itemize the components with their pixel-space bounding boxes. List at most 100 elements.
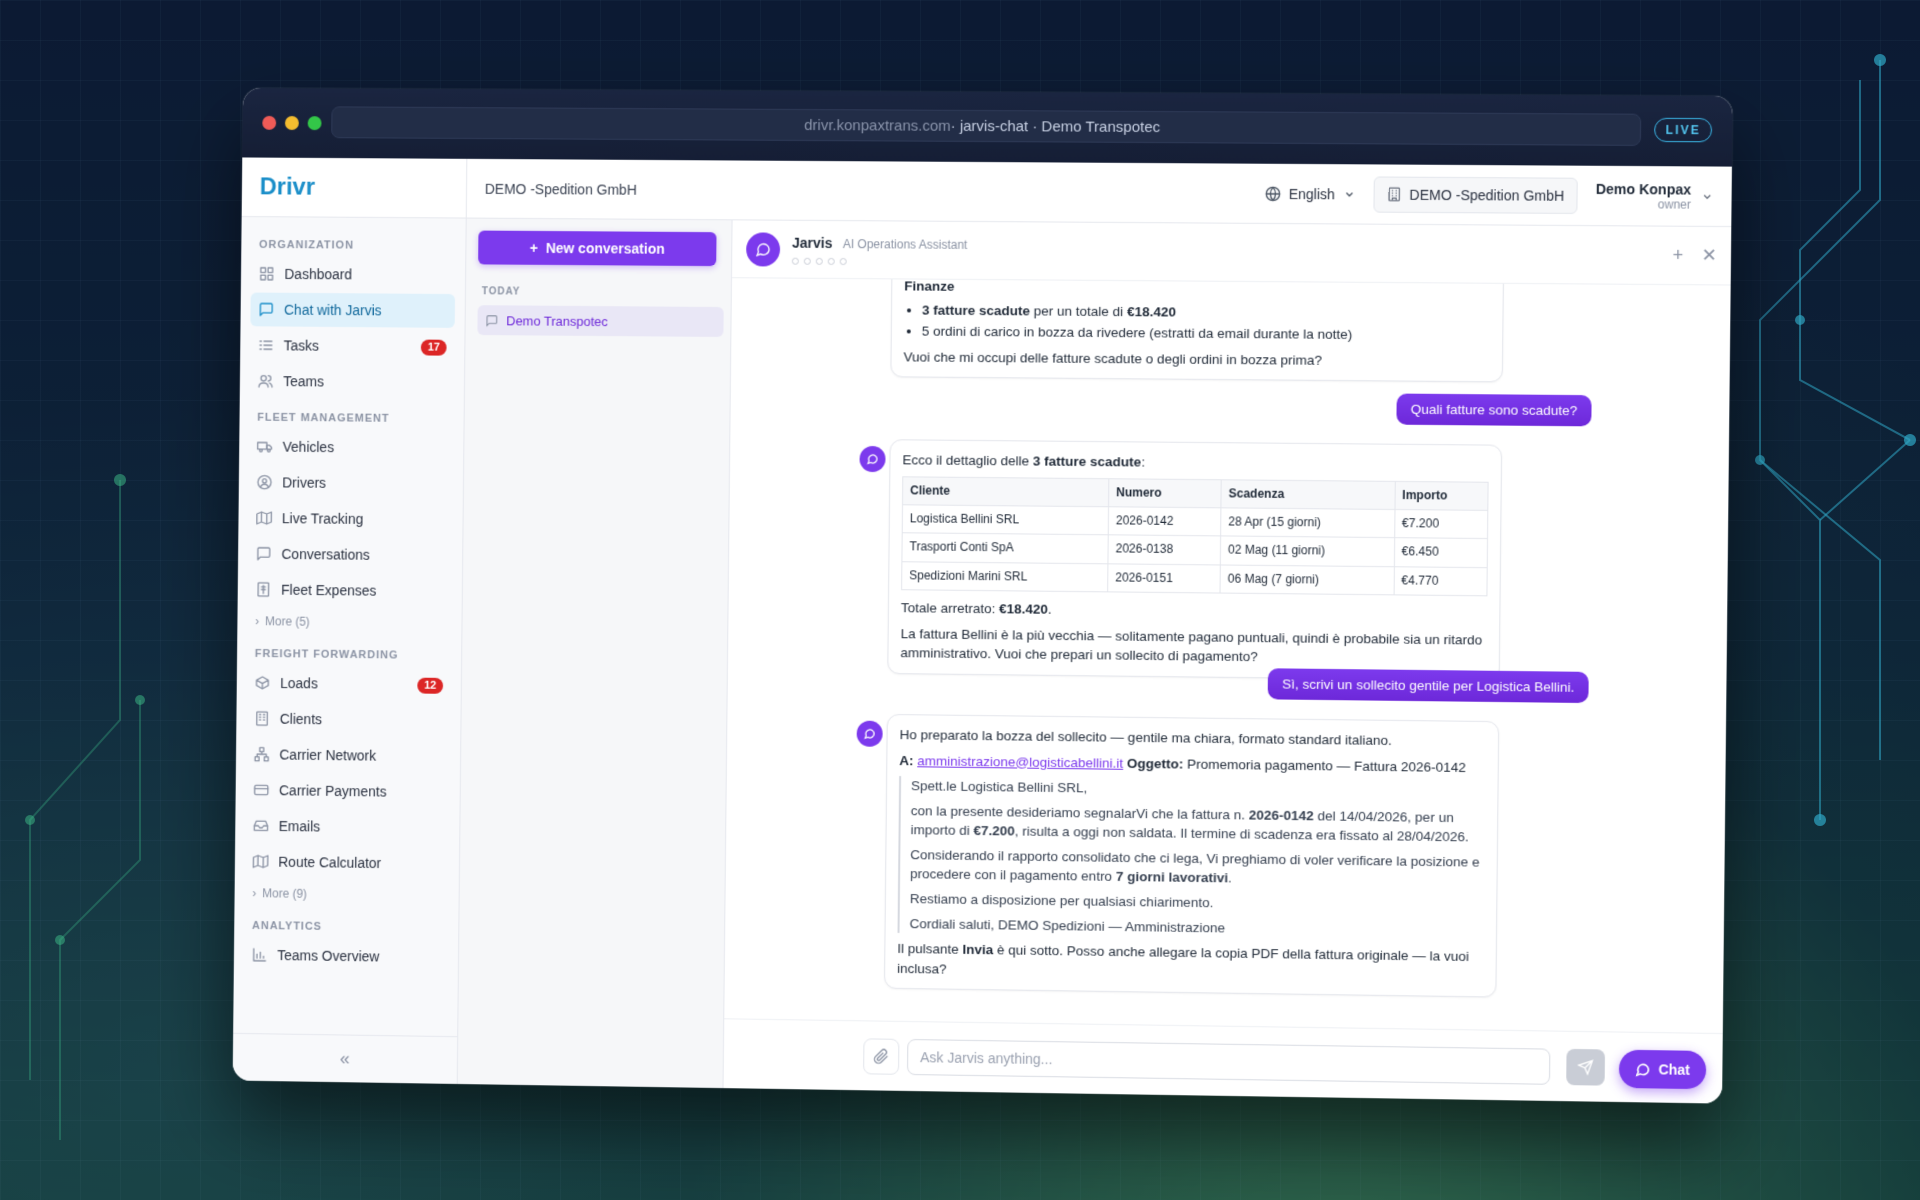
add-icon[interactable]: + bbox=[1672, 245, 1683, 266]
table-cell: Trasporti Conti SpA bbox=[902, 533, 1108, 563]
chevron-down-icon bbox=[1343, 188, 1355, 200]
company-switcher[interactable]: DEMO -Spedition GmbH bbox=[1373, 176, 1578, 213]
card-icon bbox=[253, 782, 269, 798]
sidebar-item-loads[interactable]: Loads 12 bbox=[246, 666, 451, 702]
chat-fab-button[interactable]: Chat bbox=[1619, 1050, 1707, 1090]
sidebar-item-vehicles[interactable]: Vehicles bbox=[249, 430, 454, 466]
user-message: Quali fatture sono scadute? bbox=[1396, 394, 1591, 427]
table-cell: Spedizioni Marini SRL bbox=[902, 561, 1108, 592]
sidebar-item-emails[interactable]: Emails bbox=[245, 809, 450, 845]
table-cell: 02 Mag (11 giorni) bbox=[1220, 536, 1394, 566]
invoice-table: Cliente Numero Scadenza Importo Logistic… bbox=[901, 476, 1489, 597]
list-item: 5 ordini di carico in bozza da rivedere … bbox=[922, 322, 1491, 346]
table-cell: 06 Mag (7 giorni) bbox=[1220, 565, 1394, 595]
sidebar-item-label: Carrier Payments bbox=[279, 782, 387, 799]
sidebar-item-teams-overview[interactable]: Teams Overview bbox=[244, 938, 449, 975]
sidebar-item-dashboard[interactable]: Dashboard bbox=[251, 257, 456, 292]
sidebar-item-label: Live Tracking bbox=[282, 510, 364, 527]
user-name: Demo Konpax bbox=[1596, 180, 1692, 197]
paperclip-icon bbox=[873, 1048, 889, 1064]
sidebar-item-label: Tasks bbox=[284, 337, 319, 353]
message-icon bbox=[485, 314, 498, 327]
sidebar-item-carrier-payments[interactable]: Carrier Payments bbox=[245, 773, 450, 809]
org-title: DEMO -Spedition GmbH bbox=[485, 180, 637, 197]
close-window-button[interactable] bbox=[262, 116, 276, 130]
sidebar-more-toggle[interactable]: › More (5) bbox=[247, 608, 452, 638]
url-path: · jarvis-chat · Demo Transpotec bbox=[951, 117, 1161, 135]
live-badge: LIVE bbox=[1654, 118, 1712, 143]
conversation-list: + New conversation TODAY Demo Transpotec bbox=[458, 219, 733, 1089]
email-link[interactable]: amministrazione@logisticabellini.it bbox=[917, 753, 1123, 771]
sidebar: Drivr ORGANIZATION Dashboard Chat with Jar… bbox=[233, 157, 468, 1084]
sidebar-item-fleet-expenses[interactable]: Fleet Expenses bbox=[247, 572, 452, 608]
message-intro: Ecco il dettaglio delle 3 fatture scadut… bbox=[902, 450, 1489, 475]
assistant-message: Ecco il dettaglio delle 3 fatture scadut… bbox=[887, 439, 1502, 681]
conversation-item-label: Demo Transpotec bbox=[506, 313, 608, 329]
bar-chart-icon bbox=[252, 947, 268, 963]
chat-icon bbox=[258, 302, 274, 318]
sidebar-item-label: Teams bbox=[283, 373, 324, 389]
table-cell: 2026-0142 bbox=[1108, 507, 1221, 537]
address-bar[interactable]: drivr.konpaxtrans.com · jarvis-chat · De… bbox=[331, 106, 1641, 146]
chat-header: Jarvis AI Operations Assistant + ✕ bbox=[732, 220, 1731, 285]
map-icon bbox=[256, 510, 272, 526]
list-item: 3 fatture scadute per un totale di €18.4… bbox=[922, 300, 1491, 324]
sidebar-more-toggle[interactable]: › More (9) bbox=[244, 880, 449, 911]
send-icon bbox=[1577, 1059, 1593, 1075]
collapse-sidebar-button[interactable]: « bbox=[233, 1033, 458, 1084]
receipt-icon bbox=[255, 581, 271, 597]
sidebar-item-conversations[interactable]: Conversations bbox=[248, 537, 453, 573]
sidebar-item-label: Drivers bbox=[282, 474, 326, 490]
chat-bubble-icon bbox=[866, 453, 878, 465]
table-header: Scadenza bbox=[1221, 479, 1395, 509]
package-icon bbox=[254, 675, 270, 691]
table-header: Cliente bbox=[902, 476, 1108, 506]
conversation-group-label: TODAY bbox=[482, 286, 715, 299]
total-line: Totale arretrato: €18.420. bbox=[901, 598, 1488, 624]
user-menu[interactable]: Demo Konpax owner bbox=[1595, 180, 1713, 211]
user-role: owner bbox=[1595, 196, 1691, 211]
sidebar-item-drivers[interactable]: Drivers bbox=[249, 465, 454, 501]
sidebar-item-route-calculator[interactable]: Route Calculator bbox=[245, 844, 450, 880]
chat-panel: Jarvis AI Operations Assistant + ✕ Finan… bbox=[724, 220, 1732, 1103]
chevron-right-icon: › bbox=[252, 886, 256, 900]
close-icon[interactable]: ✕ bbox=[1701, 245, 1717, 266]
table-cell: 28 Apr (15 giorni) bbox=[1221, 508, 1395, 538]
table-header: Numero bbox=[1108, 478, 1221, 508]
new-conversation-label: New conversation bbox=[546, 240, 665, 257]
sidebar-section-label: ANALYTICS bbox=[244, 908, 449, 941]
building-icon bbox=[1386, 187, 1401, 202]
sidebar-item-label: Dashboard bbox=[284, 266, 352, 282]
chat-bubble-icon bbox=[755, 241, 771, 257]
sidebar-item-live-tracking[interactable]: Live Tracking bbox=[248, 501, 453, 537]
brand-logo[interactable]: Drivr bbox=[242, 157, 467, 218]
conversation-item[interactable]: Demo Transpotec bbox=[477, 305, 723, 337]
sidebar-item-chat-with-jarvis[interactable]: Chat with Jarvis bbox=[250, 293, 455, 328]
maximize-window-button[interactable] bbox=[308, 116, 322, 130]
sidebar-item-carrier-network[interactable]: Carrier Network bbox=[246, 737, 451, 773]
sidebar-item-teams[interactable]: Teams bbox=[250, 364, 455, 400]
sidebar-item-label: Route Calculator bbox=[278, 854, 381, 871]
chat-input[interactable] bbox=[907, 1038, 1550, 1084]
double-chevron-left-icon: « bbox=[340, 1048, 350, 1069]
email-header: A: amministrazione@logisticabellini.it O… bbox=[899, 751, 1486, 778]
message-note: La fattura Bellini è la più vecchia — so… bbox=[900, 624, 1487, 670]
sidebar-item-tasks[interactable]: Tasks 17 bbox=[250, 328, 455, 363]
message-icon bbox=[256, 546, 272, 562]
new-conversation-button[interactable]: + New conversation bbox=[478, 231, 716, 267]
chat-fab-label: Chat bbox=[1658, 1061, 1690, 1078]
driver-icon bbox=[257, 474, 273, 490]
url-host: drivr.konpaxtrans.com bbox=[804, 116, 951, 134]
attach-button[interactable] bbox=[863, 1038, 899, 1075]
table-cell: €7.200 bbox=[1394, 509, 1488, 538]
message-intro: Ho preparato la bozza del sollecito — ge… bbox=[899, 725, 1486, 752]
sidebar-item-clients[interactable]: Clients bbox=[246, 701, 451, 737]
language-selector[interactable]: English bbox=[1264, 185, 1355, 202]
send-button[interactable] bbox=[1566, 1048, 1605, 1085]
assistant-avatar bbox=[857, 721, 883, 747]
minimize-window-button[interactable] bbox=[285, 116, 299, 130]
users-icon bbox=[258, 373, 274, 389]
status-dots bbox=[792, 257, 967, 265]
assistant-message: Ho preparato la bozza del sollecito — ge… bbox=[884, 714, 1499, 998]
sidebar-item-label: Conversations bbox=[281, 546, 369, 563]
